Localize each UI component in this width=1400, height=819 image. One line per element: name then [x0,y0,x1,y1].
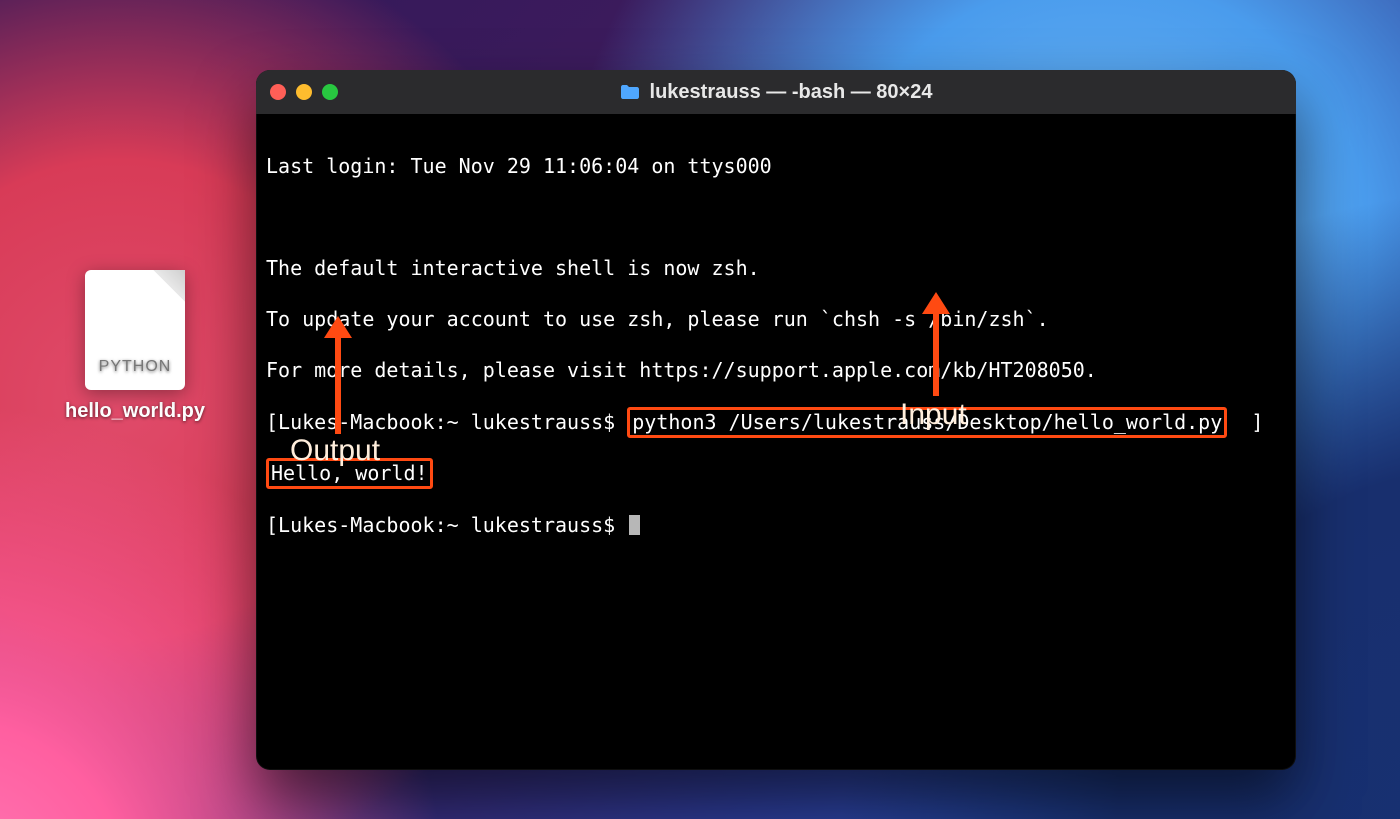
desktop-file-icon[interactable]: PYTHON hello_world.py [55,270,215,423]
fullscreen-button[interactable] [322,84,338,100]
term-line-blank [266,205,1286,231]
term-line-out: Hello, world! [266,461,1286,487]
terminal-body[interactable]: Last login: Tue Nov 29 11:06:04 on ttys0… [256,114,1296,604]
close-button[interactable] [270,84,286,100]
file-page-icon: PYTHON [85,270,185,390]
prompt-bracket-open: [ [266,410,278,434]
minimize-button[interactable] [296,84,312,100]
output-highlight: Hello, world! [266,458,433,490]
term-line-prompt2: [Lukes-Macbook:~ lukestrauss$ [266,512,1286,539]
term-line-cmd: [Lukes-Macbook:~ lukestrauss$ python3 /U… [266,410,1286,436]
window-title: lukestrauss — -bash — 80×24 [650,81,933,104]
input-highlight: python3 /Users/lukestrauss/Desktop/hello… [627,407,1227,439]
term-line-zsh1: The default interactive shell is now zsh… [266,256,1286,282]
file-type-label: PYTHON [85,358,185,376]
titlebar[interactable]: lukestrauss — -bash — 80×24 [256,70,1296,114]
shell-prompt-2: Lukes-Macbook:~ lukestrauss$ [278,513,627,537]
prompt2-bracket-open: [ [266,513,278,537]
program-output: Hello, world! [271,461,428,485]
input-command: python3 /Users/lukestrauss/Desktop/hello… [632,410,1222,434]
terminal-window[interactable]: lukestrauss — -bash — 80×24 Last login: … [256,70,1296,770]
folder-icon [620,84,640,100]
term-line-zsh3: For more details, please visit https://s… [266,358,1286,384]
title-wrap: lukestrauss — -bash — 80×24 [256,81,1296,104]
prompt-bracket-close: ] [1227,410,1263,434]
file-name: hello_world.py [55,400,215,423]
terminal-cursor [629,515,640,535]
term-line-last-login: Last login: Tue Nov 29 11:06:04 on ttys0… [266,154,1286,180]
shell-prompt: Lukes-Macbook:~ lukestrauss$ [278,410,627,434]
term-line-zsh2: To update your account to use zsh, pleas… [266,307,1286,333]
